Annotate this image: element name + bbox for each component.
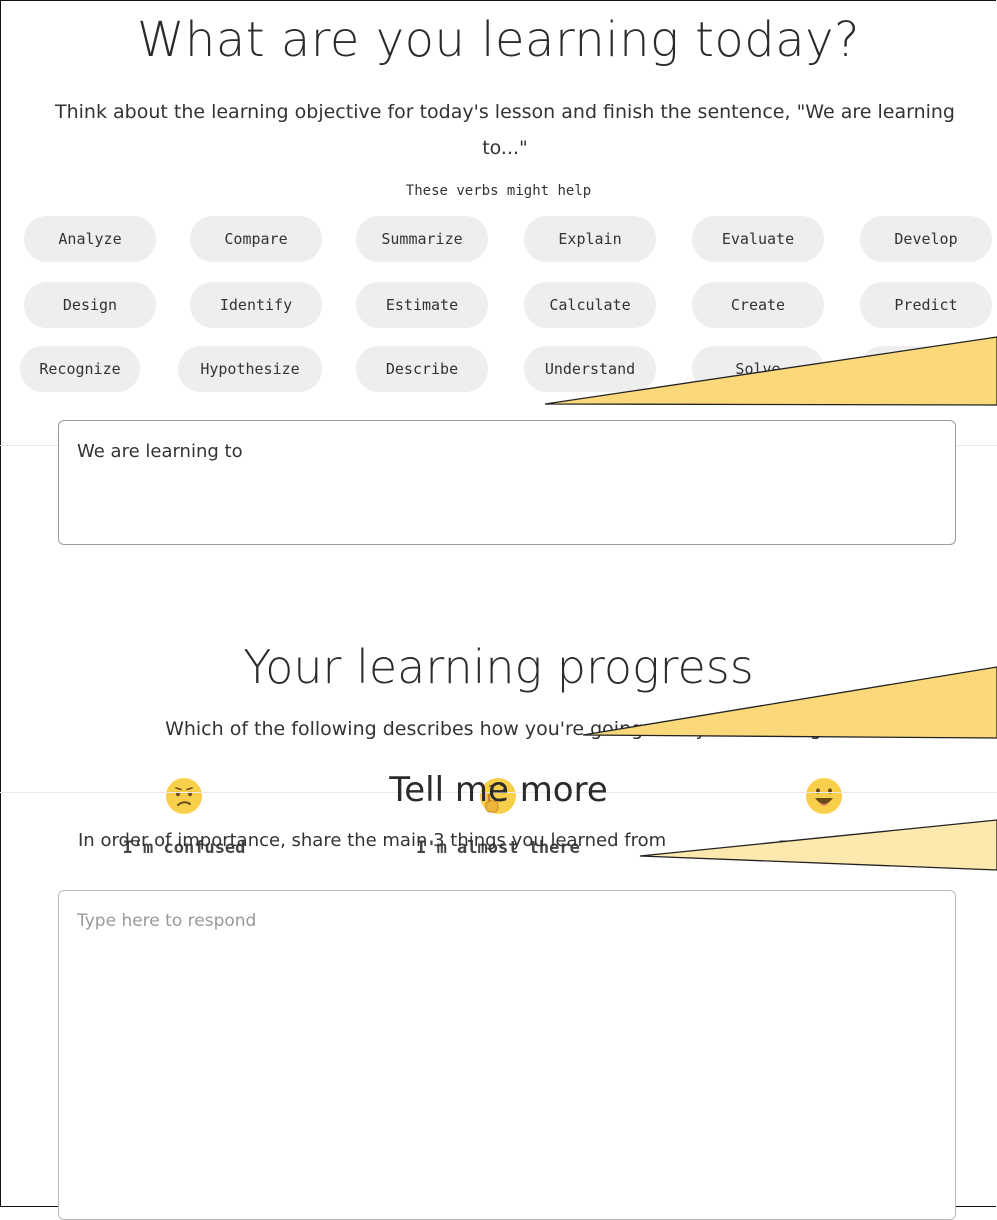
callout-pointer-tell-more [639, 819, 997, 871]
callout-pointer-objective [544, 336, 997, 406]
callout-pointer-progress [582, 666, 997, 739]
callout-overlay [544, 336, 997, 871]
